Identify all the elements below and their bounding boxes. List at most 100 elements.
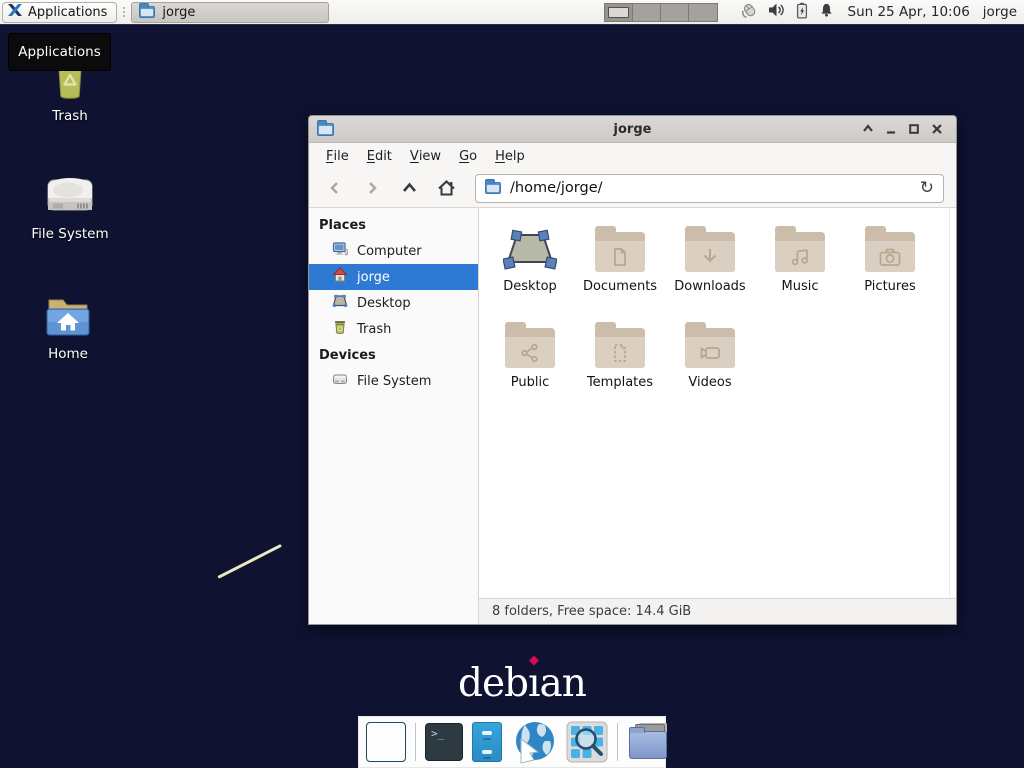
app-finder-icon[interactable] bbox=[566, 721, 608, 763]
computer-icon bbox=[332, 241, 348, 261]
battery-icon[interactable] bbox=[795, 2, 809, 23]
folder-documents-icon bbox=[595, 232, 645, 272]
xorg-x-icon bbox=[7, 2, 23, 22]
shade-button[interactable] bbox=[856, 118, 879, 140]
file-item-label: Public bbox=[511, 375, 549, 390]
desktop-mini-icon bbox=[332, 293, 348, 313]
sidebar-item-label: Computer bbox=[357, 244, 422, 259]
applications-menu-label: Applications bbox=[28, 5, 107, 20]
workspace-1[interactable] bbox=[605, 4, 633, 21]
menu-edit[interactable]: Edit bbox=[358, 143, 401, 169]
desktop-icon-label: Home bbox=[48, 346, 88, 362]
home-button[interactable] bbox=[436, 176, 456, 200]
sidebar-item-trash[interactable]: Trash bbox=[309, 316, 478, 342]
stray-line-artifact bbox=[217, 544, 282, 579]
file-item-pictures[interactable]: Pictures bbox=[845, 214, 935, 310]
desktop-icon-file-system[interactable]: File System bbox=[18, 170, 122, 242]
menu-file[interactable]: File bbox=[317, 143, 358, 169]
path-bar-value: /home/jorge/ bbox=[510, 180, 603, 196]
forward-button[interactable] bbox=[362, 176, 382, 200]
show-desktop-icon[interactable] bbox=[366, 722, 406, 762]
file-item-desktop[interactable]: Desktop bbox=[485, 214, 575, 310]
sidebar-item-label: File System bbox=[357, 374, 431, 389]
sidebar-item-desktop[interactable]: Desktop bbox=[309, 290, 478, 316]
terminal-icon[interactable]: >_ bbox=[425, 723, 463, 761]
applications-tooltip: Applications bbox=[8, 33, 111, 71]
folder-icon bbox=[139, 6, 155, 18]
harddrive-mini-icon bbox=[332, 371, 348, 391]
workspace-3[interactable] bbox=[661, 4, 689, 21]
folder-templates-icon bbox=[595, 328, 645, 368]
file-item-public[interactable]: Public bbox=[485, 310, 575, 406]
window-titlebar[interactable]: jorge bbox=[309, 116, 956, 143]
statusbar: 8 folders, Free space: 14.4 GiB bbox=[479, 598, 956, 624]
taskbar-button-jorge[interactable]: jorge bbox=[131, 2, 329, 23]
home-folder-icon bbox=[42, 290, 94, 342]
back-button[interactable] bbox=[325, 176, 345, 200]
folder-icon bbox=[485, 182, 501, 194]
trash-mini-icon bbox=[332, 319, 348, 339]
mouse-icon[interactable] bbox=[740, 1, 758, 23]
desktop-icon-label: File System bbox=[31, 226, 108, 242]
file-item-templates[interactable]: Templates bbox=[575, 310, 665, 406]
desktop-icon bbox=[503, 214, 557, 272]
sidebar-item-label: Desktop bbox=[357, 296, 411, 311]
sidebar-item-label: jorge bbox=[357, 270, 390, 285]
menubar: File Edit View Go Help bbox=[309, 143, 956, 169]
sidebar-item-computer[interactable]: Computer bbox=[309, 238, 478, 264]
window-folder-icon bbox=[317, 123, 334, 136]
toolbar: /home/jorge/ ↻ bbox=[309, 169, 956, 208]
system-tray bbox=[740, 1, 834, 23]
file-item-documents[interactable]: Documents bbox=[575, 214, 665, 310]
sidebar-item-jorge[interactable]: jorge bbox=[309, 264, 478, 290]
bell-icon[interactable] bbox=[819, 2, 834, 22]
panel-clock[interactable]: Sun 25 Apr, 10:06 bbox=[848, 4, 970, 20]
menu-go[interactable]: Go bbox=[450, 143, 486, 169]
panel-grip-handle[interactable] bbox=[120, 4, 128, 20]
home-icon bbox=[332, 267, 348, 287]
desktop: Applications jorge bbox=[0, 0, 1024, 768]
file-item-label: Videos bbox=[688, 375, 731, 390]
file-item-music[interactable]: Music bbox=[755, 214, 845, 310]
file-item-label: Downloads bbox=[674, 279, 745, 294]
folder-downloads-icon bbox=[685, 232, 735, 272]
workspace-window-miniature bbox=[608, 7, 629, 18]
desktop-icon-home[interactable]: Home bbox=[16, 290, 120, 362]
workspace-2[interactable] bbox=[633, 4, 661, 21]
dock: >_ bbox=[358, 716, 666, 768]
file-item-label: Templates bbox=[587, 375, 653, 390]
harddrive-icon bbox=[44, 170, 96, 222]
file-cabinet-icon[interactable] bbox=[472, 722, 502, 762]
sidebar-item-file-system[interactable]: File System bbox=[309, 368, 478, 394]
minimize-button[interactable] bbox=[879, 118, 902, 140]
menu-view[interactable]: View bbox=[401, 143, 450, 169]
file-item-videos[interactable]: Videos bbox=[665, 310, 755, 406]
file-manager-window: jorge File Edit View Go Help bbox=[308, 115, 957, 625]
folder-public-icon bbox=[505, 328, 555, 368]
taskbar-button-label: jorge bbox=[162, 5, 195, 20]
folder-music-icon bbox=[775, 232, 825, 272]
file-item-label: Documents bbox=[583, 279, 657, 294]
panel-user-label[interactable]: jorge bbox=[983, 4, 1017, 20]
refresh-icon[interactable]: ↻ bbox=[920, 180, 934, 197]
menu-help[interactable]: Help bbox=[486, 143, 534, 169]
maximize-button[interactable] bbox=[902, 118, 925, 140]
close-button[interactable] bbox=[925, 118, 948, 140]
file-manager-icon[interactable] bbox=[627, 722, 669, 762]
sidebar-header-places: Places bbox=[309, 212, 478, 238]
workspace-4[interactable] bbox=[689, 4, 717, 21]
file-item-downloads[interactable]: Downloads bbox=[665, 214, 755, 310]
up-button[interactable] bbox=[399, 176, 419, 200]
workspace-pager[interactable] bbox=[604, 3, 718, 22]
file-item-label: Music bbox=[782, 279, 819, 294]
path-bar-input[interactable]: /home/jorge/ ↻ bbox=[475, 174, 944, 203]
applications-menu-button[interactable]: Applications bbox=[2, 2, 117, 23]
sidebar-header-devices: Devices bbox=[309, 342, 478, 368]
scrollbar-track[interactable] bbox=[949, 208, 950, 598]
sidebar-item-label: Trash bbox=[357, 322, 391, 337]
file-item-label: Pictures bbox=[864, 279, 915, 294]
volume-icon[interactable] bbox=[768, 2, 785, 22]
web-browser-icon[interactable] bbox=[511, 719, 557, 765]
statusbar-text: 8 folders, Free space: 14.4 GiB bbox=[492, 604, 691, 619]
folder-pictures-icon bbox=[865, 232, 915, 272]
